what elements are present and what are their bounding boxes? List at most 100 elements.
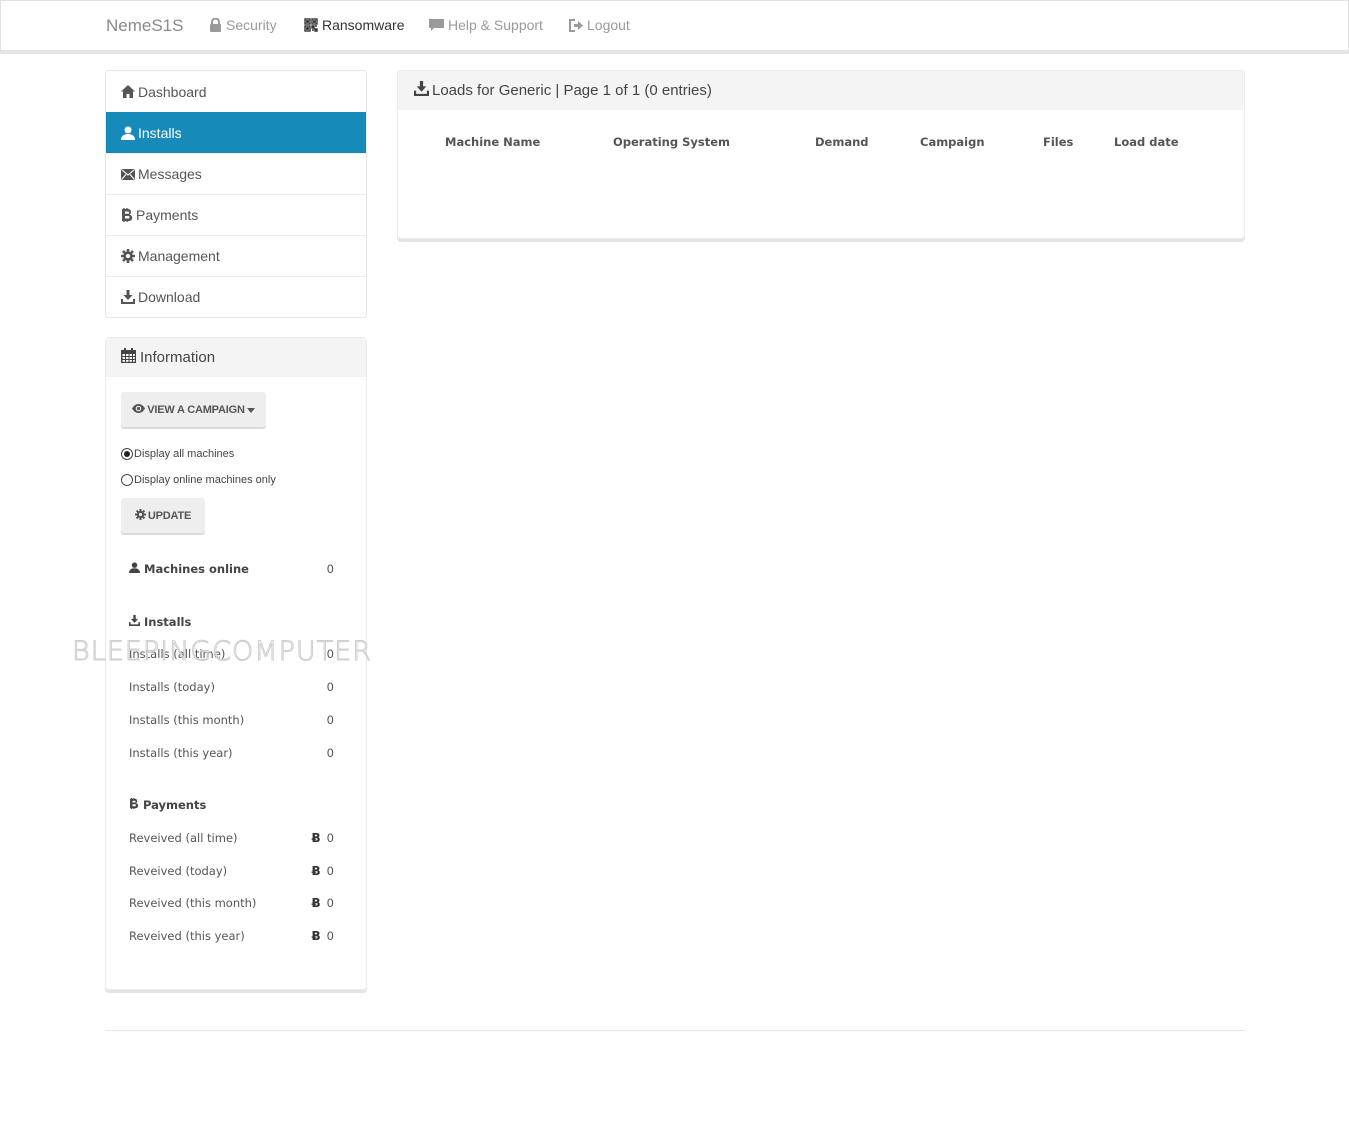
nav-link-label: Security — [226, 17, 277, 33]
stat-value: 0 — [326, 713, 334, 727]
column-header-files[interactable]: Files — [1043, 135, 1073, 149]
column-header-campaign[interactable]: Campaign — [920, 135, 985, 149]
payments-heading: Payments — [143, 798, 207, 812]
view-campaign-label: VIEW A CAMPAIGN — [147, 403, 245, 416]
bitcoin-icon: Ƀ — [311, 929, 321, 943]
nav-link-security[interactable]: Security — [209, 17, 277, 33]
radio-button-online[interactable] — [121, 474, 133, 486]
footer-divider — [105, 1030, 1245, 1031]
installs-heading-row: Installs — [129, 615, 334, 629]
stat-value: 0 — [326, 864, 334, 878]
radio-button-all[interactable] — [121, 448, 133, 460]
download-icon — [129, 615, 140, 629]
download-icon — [414, 81, 429, 100]
machines-online-row: Machines online 0 — [129, 562, 334, 576]
stat-value: 0 — [326, 929, 334, 943]
sidebar-item-dashboard[interactable]: Dashboard — [106, 71, 366, 112]
lock-icon — [209, 18, 222, 32]
stat-label: Reveived (this month) — [129, 896, 257, 910]
stat-value: 0 — [326, 896, 334, 910]
nav-link-label: Ransomware — [322, 17, 405, 33]
bitcoin-icon: Ƀ — [311, 864, 321, 878]
bitcoin-icon: Ƀ — [311, 831, 321, 845]
sidebar-item-label: Download — [138, 289, 201, 305]
calendar-icon — [121, 348, 136, 367]
top-navbar: NemeS1S Security Ransomware Help & Suppo… — [0, 0, 1349, 54]
sidebar-item-label: Management — [138, 248, 220, 264]
stat-label: Installs (today) — [129, 680, 215, 694]
stat-row: Installs (this month) 0 — [129, 713, 334, 727]
stat-row: Reveived (this year) Ƀ 0 — [129, 929, 334, 943]
user-icon — [121, 126, 135, 140]
bitcoin-icon: Ƀ — [311, 896, 321, 910]
stat-row: Installs (all time) 0 — [129, 647, 334, 661]
stat-value-wrap: Ƀ 0 — [312, 896, 334, 910]
bitcoin-icon — [121, 208, 133, 222]
column-header-machine-name[interactable]: Machine Name — [445, 135, 540, 149]
stat-value: 0 — [326, 647, 334, 661]
stat-value: 0 — [326, 680, 334, 694]
sidebar-item-installs[interactable]: Installs — [106, 112, 366, 153]
home-icon — [121, 85, 135, 98]
stat-row: Installs (today) 0 — [129, 680, 334, 694]
gear-icon — [121, 249, 135, 263]
loads-header: Loads for Generic | Page 1 of 1 (0 entri… — [398, 71, 1244, 110]
nav-link-label: Logout — [587, 17, 630, 33]
sidebar-item-label: Installs — [138, 125, 182, 141]
nav-link-help-support[interactable]: Help & Support — [429, 17, 543, 33]
stat-row: Reveived (today) Ƀ 0 — [129, 864, 334, 878]
machines-online-value: 0 — [326, 562, 334, 576]
stat-value-wrap: Ƀ 0 — [312, 929, 334, 943]
sidebar-item-messages[interactable]: Messages — [106, 153, 366, 194]
installs-heading: Installs — [144, 615, 192, 629]
stat-label: Reveived (this year) — [129, 929, 245, 943]
machines-online-label: Machines online — [144, 562, 249, 576]
payments-heading-wrap: Payments — [129, 798, 206, 812]
user-icon — [129, 562, 140, 576]
stat-value-wrap: Ƀ 0 — [312, 831, 334, 845]
column-header-demand[interactable]: Demand — [815, 135, 869, 149]
sidebar-item-label: Dashboard — [138, 83, 207, 100]
loads-title: Loads for Generic | Page 1 of 1 (0 entri… — [432, 82, 712, 99]
stat-label: Reveived (today) — [129, 864, 228, 878]
sidebar-item-label: Payments — [136, 207, 199, 223]
stat-value: 0 — [326, 831, 334, 845]
installs-heading-wrap: Installs — [129, 615, 191, 629]
envelope-icon — [121, 168, 135, 180]
logout-icon — [568, 18, 583, 32]
sidebar-item-label: Messages — [138, 166, 202, 182]
sidebar-item-payments[interactable]: Payments — [106, 194, 366, 235]
update-label: UPDATE — [147, 509, 192, 522]
information-header: Information — [106, 338, 366, 377]
radio-display-all[interactable]: Display all machines — [121, 448, 234, 460]
stat-label: Installs (all time) — [129, 647, 226, 661]
sidebar-menu: Dashboard Installs Messages Payments Man… — [105, 70, 367, 318]
radio-display-online[interactable]: Display online machines only — [121, 474, 276, 486]
comment-icon — [429, 18, 444, 32]
brand-logo[interactable]: NemeS1S — [106, 16, 183, 36]
nav-link-logout[interactable]: Logout — [568, 17, 630, 33]
stat-label: Installs (this year) — [129, 746, 233, 760]
stat-row: Installs (this year) 0 — [129, 746, 334, 760]
qrcode-icon — [304, 18, 318, 32]
stat-label: Reveived (all time) — [129, 831, 238, 845]
radio-label: Display all machines — [134, 448, 235, 460]
payments-heading-row: Payments — [129, 798, 334, 812]
download-icon — [121, 290, 135, 304]
nav-link-ransomware[interactable]: Ransomware — [304, 17, 404, 33]
view-campaign-dropdown[interactable]: VIEW A CAMPAIGN — [121, 392, 266, 427]
column-header-operating-system[interactable]: Operating System — [613, 135, 730, 149]
loads-panel: Loads for Generic | Page 1 of 1 (0 entri… — [397, 70, 1245, 239]
stat-row: Reveived (this month) Ƀ 0 — [129, 896, 334, 910]
information-panel: Information VIEW A CAMPAIGN Display all … — [105, 337, 367, 990]
stat-row: Reveived (all time) Ƀ 0 — [129, 831, 334, 845]
information-title: Information — [140, 349, 216, 366]
nav-link-label: Help & Support — [448, 17, 543, 33]
gear-icon — [134, 508, 146, 523]
sidebar-item-download[interactable]: Download — [106, 276, 366, 317]
caret-down-icon — [246, 404, 255, 416]
column-header-load-date[interactable]: Load date — [1114, 135, 1179, 149]
sidebar-item-management[interactable]: Management — [106, 235, 366, 276]
update-button[interactable]: UPDATE — [121, 498, 205, 533]
stat-value: 0 — [326, 746, 334, 760]
